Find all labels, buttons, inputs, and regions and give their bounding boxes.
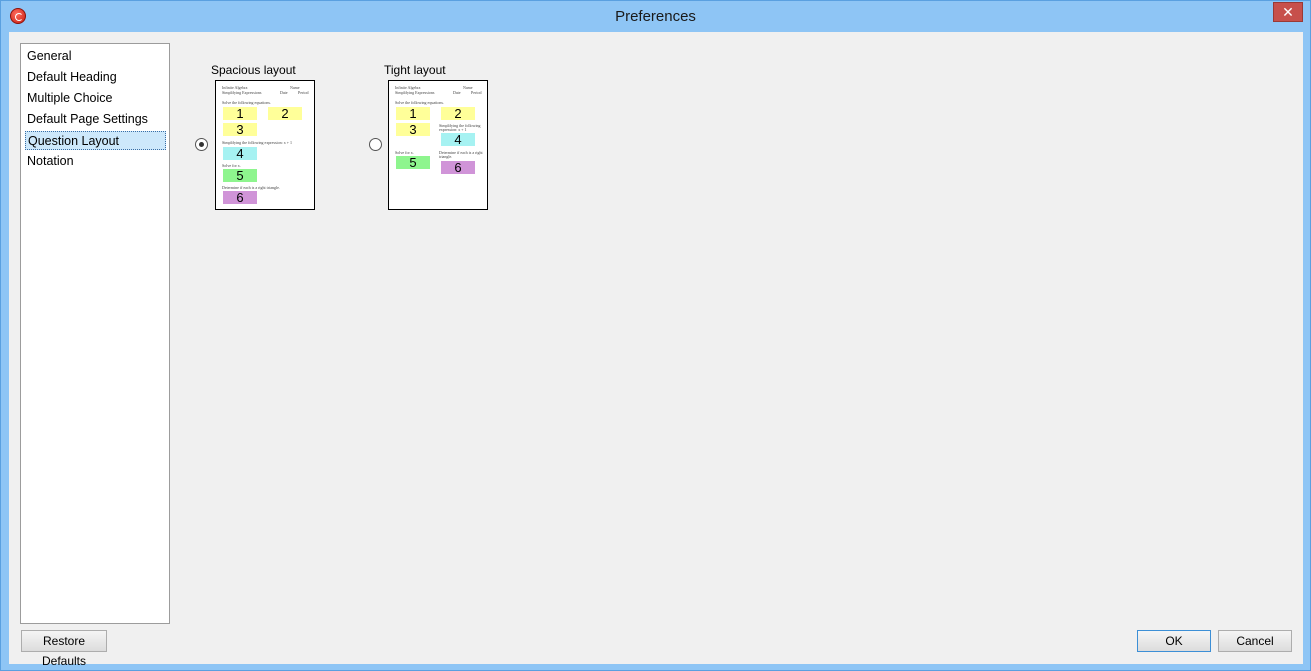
preview-instruction-2: Simplifying the following expression: x … [222,140,293,145]
preview-header-right-2: Date [453,90,461,95]
preview-header-left-2: Simplifying Expressions [222,90,262,95]
category-list[interactable]: General Default Heading Multiple Choice … [20,43,170,624]
preview-header-right-2: Date [280,90,288,95]
spacious-layout-label: Spacious layout [211,63,296,77]
spacious-layout-radio[interactable] [195,138,208,151]
ok-button[interactable]: OK [1137,630,1211,652]
preview-instruction-1: Solve the following equations. [222,100,271,105]
preview-question-5: 5 [396,156,430,169]
nav-item-default-heading[interactable]: Default Heading [25,68,166,87]
nav-item-notation[interactable]: Notation [25,152,166,171]
window-title: Preferences [615,8,696,25]
preview-question-2: 2 [441,107,475,120]
preview-question-1: 1 [396,107,430,120]
preview-question-5: 5 [223,169,257,182]
nav-item-general[interactable]: General [25,47,166,66]
preview-header-right-3: Period [471,90,482,95]
preview-question-4: 4 [441,133,475,146]
preferences-window: Preferences ✕ General Default Heading Mu… [0,0,1311,671]
preview-header-left-2: Simplifying Expressions [395,90,435,95]
preview-header-right-3: Period [298,90,309,95]
preview-question-3: 3 [396,123,430,136]
preview-question-4: 4 [223,147,257,160]
preview-instruction-4: Determine if each is a right triangle. [222,185,280,190]
preview-question-2: 2 [268,107,302,120]
nav-item-default-page-settings[interactable]: Default Page Settings [25,110,166,129]
preview-question-6: 6 [223,191,257,204]
close-button[interactable]: ✕ [1273,2,1303,22]
preview-question-1: 1 [223,107,257,120]
nav-item-multiple-choice[interactable]: Multiple Choice [25,89,166,108]
tight-layout-preview[interactable]: Infinite Algebra Simplifying Expressions… [388,80,488,210]
tight-layout-label: Tight layout [384,63,446,77]
preview-instruction-1: Solve the following equations. [395,100,444,105]
restore-defaults-button[interactable]: Restore Defaults [21,630,107,668]
spacious-layout-preview[interactable]: Infinite Algebra Simplifying Expressions… [215,80,315,210]
dialog-body: General Default Heading Multiple Choice … [9,32,1303,668]
tight-layout-radio[interactable] [369,138,382,151]
preview-instruction-4: Determine if each is a right triangle. [439,150,483,159]
title-bar[interactable]: Preferences ✕ [1,1,1310,32]
preview-question-6: 6 [441,161,475,174]
nav-item-question-layout[interactable]: Question Layout [25,131,166,150]
cancel-button[interactable]: Cancel [1218,630,1292,652]
preview-question-3: 3 [223,123,257,136]
preview-instruction-2: Simplifying the following expression: x … [439,123,481,132]
